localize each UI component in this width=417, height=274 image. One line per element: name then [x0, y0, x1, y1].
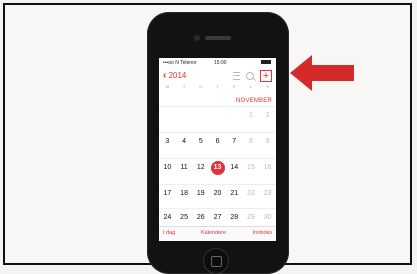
day-cell[interactable]: 18 [176, 185, 193, 203]
day-cell[interactable]: 12 [192, 159, 209, 177]
front-camera [194, 35, 200, 41]
today-cell[interactable]: 13 [209, 159, 226, 177]
weekday-label: F [233, 84, 236, 89]
day-cell[interactable]: 19 [192, 185, 209, 203]
week-row: 10 11 12 13 14 15 16 [159, 158, 276, 177]
day-cell[interactable]: 4 [176, 133, 193, 151]
weekday-label: L [249, 84, 253, 89]
clock: 15:00 [214, 60, 227, 66]
day-cell[interactable]: 10 [159, 159, 176, 177]
day-cell[interactable]: 24 [159, 209, 176, 227]
day-cell[interactable]: 17 [159, 185, 176, 203]
day-cell[interactable] [159, 107, 176, 125]
day-cell[interactable]: 21 [226, 185, 243, 203]
home-button[interactable] [203, 248, 229, 274]
day-cell[interactable]: 23 [259, 185, 276, 203]
day-cell[interactable]: 14 [226, 159, 243, 177]
search-icon[interactable] [246, 72, 254, 80]
week-row: 3 4 5 6 7 8 9 [159, 132, 276, 151]
tab-bar: I dag Kalendere Innboks [159, 226, 276, 241]
day-cell[interactable]: 2 [259, 107, 276, 125]
nav-bar: ‹ 2014 + [159, 68, 276, 84]
weekday-label: S [266, 84, 269, 89]
day-cell[interactable]: 15 [243, 159, 260, 177]
day-cell[interactable] [209, 107, 226, 125]
add-event-button[interactable]: + [260, 70, 272, 82]
week-row: 1 2 [159, 106, 276, 125]
tab-inbox[interactable]: Innboks [253, 230, 272, 236]
back-button[interactable]: ‹ 2014 [163, 70, 186, 81]
day-cell[interactable]: 3 [159, 133, 176, 151]
day-cell[interactable]: 11 [176, 159, 193, 177]
day-cell[interactable]: 27 [209, 209, 226, 227]
tab-calendars[interactable]: Kalendere [201, 230, 226, 236]
chevron-left-icon: ‹ [163, 70, 167, 81]
day-cell[interactable]: 5 [192, 133, 209, 151]
day-cell[interactable]: 16 [259, 159, 276, 177]
day-cell[interactable]: 30 [259, 209, 276, 227]
weekday-header: M T O T F L S [159, 84, 276, 92]
battery-icon [261, 60, 271, 64]
pointer-arrow-icon [290, 55, 354, 91]
day-cell[interactable] [192, 107, 209, 125]
day-cell[interactable] [226, 107, 243, 125]
week-row: 24 25 26 27 28 29 30 [159, 208, 276, 227]
day-cell[interactable]: 7 [226, 133, 243, 151]
weekday-label: T [182, 84, 186, 89]
day-cell[interactable]: 26 [192, 209, 209, 227]
week-row: 17 18 19 20 21 22 23 [159, 184, 276, 203]
day-cell[interactable]: 6 [209, 133, 226, 151]
day-cell[interactable]: 8 [243, 133, 260, 151]
nav-actions: + [233, 70, 272, 82]
day-cell[interactable]: 9 [259, 133, 276, 151]
weekday-label: O [199, 84, 203, 89]
status-bar: •••oo N Telenor 15:00 [159, 58, 276, 68]
day-cell[interactable]: 29 [243, 209, 260, 227]
day-cell[interactable] [176, 107, 193, 125]
day-cell[interactable]: 1 [243, 107, 260, 125]
day-cell[interactable]: 20 [209, 185, 226, 203]
tab-today[interactable]: I dag [163, 230, 175, 236]
month-title: NOVEMBER [236, 98, 272, 104]
weekday-label: T [216, 84, 219, 89]
day-cell[interactable]: 22 [243, 185, 260, 203]
weekday-label: M [165, 84, 170, 89]
earpiece-speaker [205, 36, 231, 40]
phone: •••oo N Telenor 15:00 ‹ 2014 + M T O T F… [147, 12, 289, 274]
back-label: 2014 [168, 71, 187, 80]
calendar-screen: •••oo N Telenor 15:00 ‹ 2014 + M T O T F… [159, 58, 276, 241]
today-label: 13 [213, 164, 222, 171]
day-cell[interactable]: 25 [176, 209, 193, 227]
list-icon[interactable] [233, 72, 240, 80]
day-cell[interactable]: 28 [226, 209, 243, 227]
carrier-label: •••oo N Telenor [163, 60, 197, 66]
